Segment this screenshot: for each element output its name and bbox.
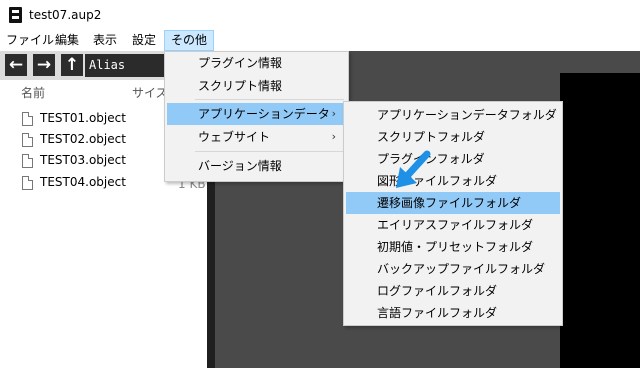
column-size[interactable]: サイズ [132, 84, 168, 101]
file-icon [22, 154, 33, 168]
browser-toolbar: ← → ↑ Alias [0, 51, 172, 80]
title-bar: test07.aup2 [0, 0, 640, 30]
menu-view[interactable]: 表示 [87, 30, 123, 51]
submenu-item-alias-folder[interactable]: エイリアスファイルフォルダ [346, 214, 560, 236]
submenu-item-preset-folder[interactable]: 初期値・プリセットフォルダ [346, 236, 560, 258]
menu-item-app-data[interactable]: アプリケーションデータ › [167, 103, 346, 125]
column-name[interactable]: 名前 [21, 84, 45, 101]
file-name: TEST02.object [40, 132, 126, 146]
forward-button[interactable]: → [33, 54, 55, 76]
down-left-arrow-icon [396, 150, 431, 188]
submenu-item-log-folder[interactable]: ログファイルフォルダ [346, 280, 560, 302]
menu-item-label: アプリケーションデータフォルダ [377, 108, 557, 122]
submenu-item-backup-folder[interactable]: バックアップファイルフォルダ [346, 258, 560, 280]
submenu-item-transition-image-folder[interactable]: 遷移画像ファイルフォルダ [346, 192, 560, 214]
menu-item-label: バックアップファイルフォルダ [377, 262, 546, 276]
submenu-item-script-folder[interactable]: スクリプトフォルダ [346, 126, 560, 148]
menu-item-label: 言語ファイルフォルダ [377, 306, 498, 320]
file-name: TEST03.object [40, 153, 126, 167]
menu-bar: ファイル 編集 表示 設定 その他 [0, 30, 640, 51]
path-field[interactable]: Alias [85, 54, 172, 77]
preview-canvas [560, 73, 640, 368]
file-icon [22, 112, 33, 126]
menu-item-label: 遷移画像ファイルフォルダ [377, 196, 522, 210]
submenu-item-plugin-folder[interactable]: プラグインフォルダ [346, 148, 560, 170]
menu-item-label: スクリプト情報 [198, 79, 283, 93]
back-button[interactable]: ← [5, 54, 27, 76]
submenu-arrow-icon: › [331, 130, 336, 143]
menu-item-script-info[interactable]: スクリプト情報 [167, 75, 346, 97]
menu-item-label: ログファイルフォルダ [377, 284, 498, 298]
menu-item-version-info[interactable]: バージョン情報 [167, 155, 346, 177]
file-icon [22, 176, 33, 190]
other-dropdown-menu: プラグイン情報 スクリプト情報 アプリケーションデータ › ウェブサイト › バ… [164, 51, 349, 182]
window-title: test07.aup2 [29, 8, 102, 22]
menu-item-website[interactable]: ウェブサイト › [167, 126, 346, 148]
file-icon [22, 133, 33, 147]
menu-item-label: エイリアスファイルフォルダ [377, 218, 534, 232]
submenu-item-app-data-folder[interactable]: アプリケーションデータフォルダ [346, 104, 560, 126]
menu-item-label: 初期値・プリセットフォルダ [377, 240, 534, 254]
app-data-submenu: アプリケーションデータフォルダ スクリプトフォルダ プラグインフォルダ 図形ファ… [343, 101, 563, 326]
up-button[interactable]: ↑ [61, 54, 83, 76]
menu-item-label: スクリプトフォルダ [377, 130, 486, 144]
menu-item-plugin-info[interactable]: プラグイン情報 [167, 52, 346, 74]
menu-item-label: バージョン情報 [198, 159, 282, 173]
menu-separator [195, 99, 344, 100]
menu-item-label: アプリケーションデータ [198, 107, 330, 121]
file-name: TEST04.object [40, 175, 126, 189]
submenu-item-language-folder[interactable]: 言語ファイルフォルダ [346, 302, 560, 324]
app-icon [9, 7, 22, 23]
menu-other[interactable]: その他 [164, 30, 215, 51]
menu-settings[interactable]: 設定 [126, 30, 162, 51]
menu-item-label: ウェブサイト [198, 130, 271, 144]
menu-separator [195, 151, 344, 152]
submenu-item-shape-folder[interactable]: 図形ファイルフォルダ [346, 170, 560, 192]
menu-item-label: プラグイン情報 [198, 56, 283, 70]
file-name: TEST01.object [40, 111, 126, 125]
menu-edit[interactable]: 編集 [49, 30, 85, 51]
submenu-arrow-icon: › [331, 107, 336, 120]
